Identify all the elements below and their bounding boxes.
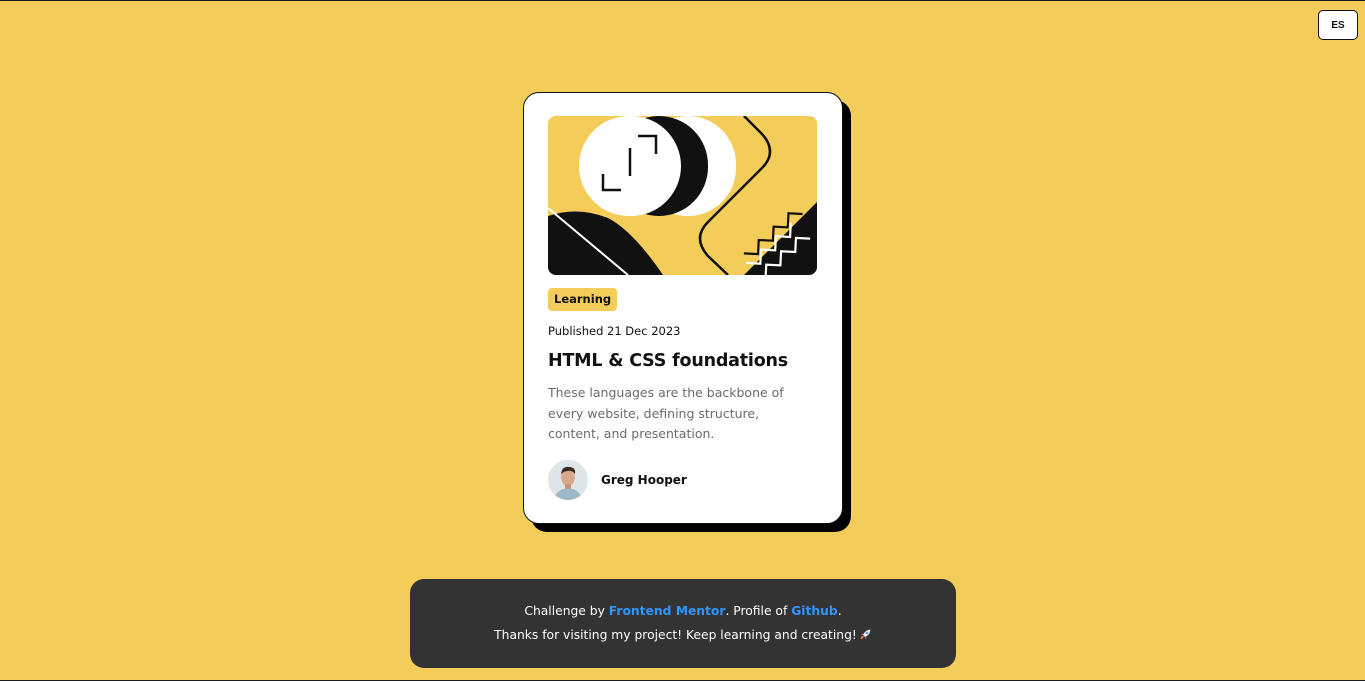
thanks-text: Thanks for visiting my project! Keep lea… xyxy=(494,627,857,642)
rocket-icon xyxy=(859,628,872,644)
frontend-mentor-link[interactable]: Frontend Mentor xyxy=(609,604,726,618)
published-date: Published 21 Dec 2023 xyxy=(548,324,681,338)
avatar xyxy=(548,459,588,500)
github-link[interactable]: Github xyxy=(791,604,838,618)
card-description: These languages are the backbone of ever… xyxy=(548,385,784,441)
category-tag: Learning xyxy=(548,288,618,311)
language-toggle-button[interactable]: ES xyxy=(1318,10,1358,40)
card-title[interactable]: HTML & CSS foundations xyxy=(548,351,818,371)
attribution-suffix: . xyxy=(837,603,842,618)
thanks-line: Thanks for visiting my project! Keep lea… xyxy=(494,628,872,644)
blog-preview-card: Learning Published 21 Dec 2023 HTML & CS… xyxy=(523,92,843,524)
attribution-prefix: Challenge by xyxy=(524,603,609,618)
author: Greg Hooper xyxy=(548,459,818,500)
author-name: Greg Hooper xyxy=(601,472,687,487)
attribution-line: Challenge by Frontend Mentor. Profile of… xyxy=(524,604,841,618)
card-illustration xyxy=(548,116,817,275)
attribution-footer: Challenge by Frontend Mentor. Profile of… xyxy=(410,579,956,668)
attribution-middle: . Profile of xyxy=(725,603,792,618)
